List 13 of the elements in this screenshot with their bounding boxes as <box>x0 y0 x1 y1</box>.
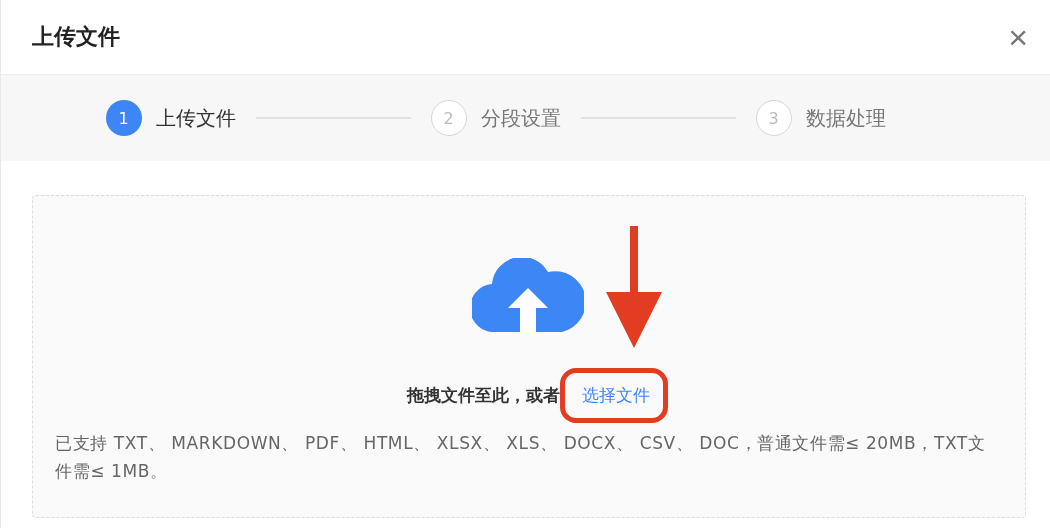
step-number: 2 <box>430 100 467 136</box>
supported-formats-note: 已支持 TXT、 MARKDOWN、 PDF、 HTML、 XLSX、 XLS、 DOCX、 CSV、 DOC，普通文件需≤ 20MB，TXT文件需≤ 1MB。 <box>55 432 987 483</box>
step-label: 数据处理 <box>805 104 886 132</box>
drop-hint: 拖拽文件至此，或者 <box>406 384 560 407</box>
upload-dropzone[interactable]: 拖拽文件至此，或者 选择文件 已支持 TXT、 MARKDOWN、 PDF、 HTML、 XLSX、 XLS、 DOCX、 CSV、 DOC，普通文件需≤ 20MB，TXT文件需≤ 1MB。 <box>32 195 1026 518</box>
close-button[interactable]: × <box>1004 20 1032 54</box>
step-label: 分段设置 <box>480 104 561 132</box>
cloud-upload-icon <box>472 258 584 332</box>
step-label: 上传文件 <box>155 104 236 132</box>
step-number: 1 <box>105 100 142 136</box>
step-number: 3 <box>755 100 792 136</box>
dialog-title: 上传文件 <box>32 23 120 51</box>
select-file-link[interactable]: 选择文件 <box>581 384 650 407</box>
